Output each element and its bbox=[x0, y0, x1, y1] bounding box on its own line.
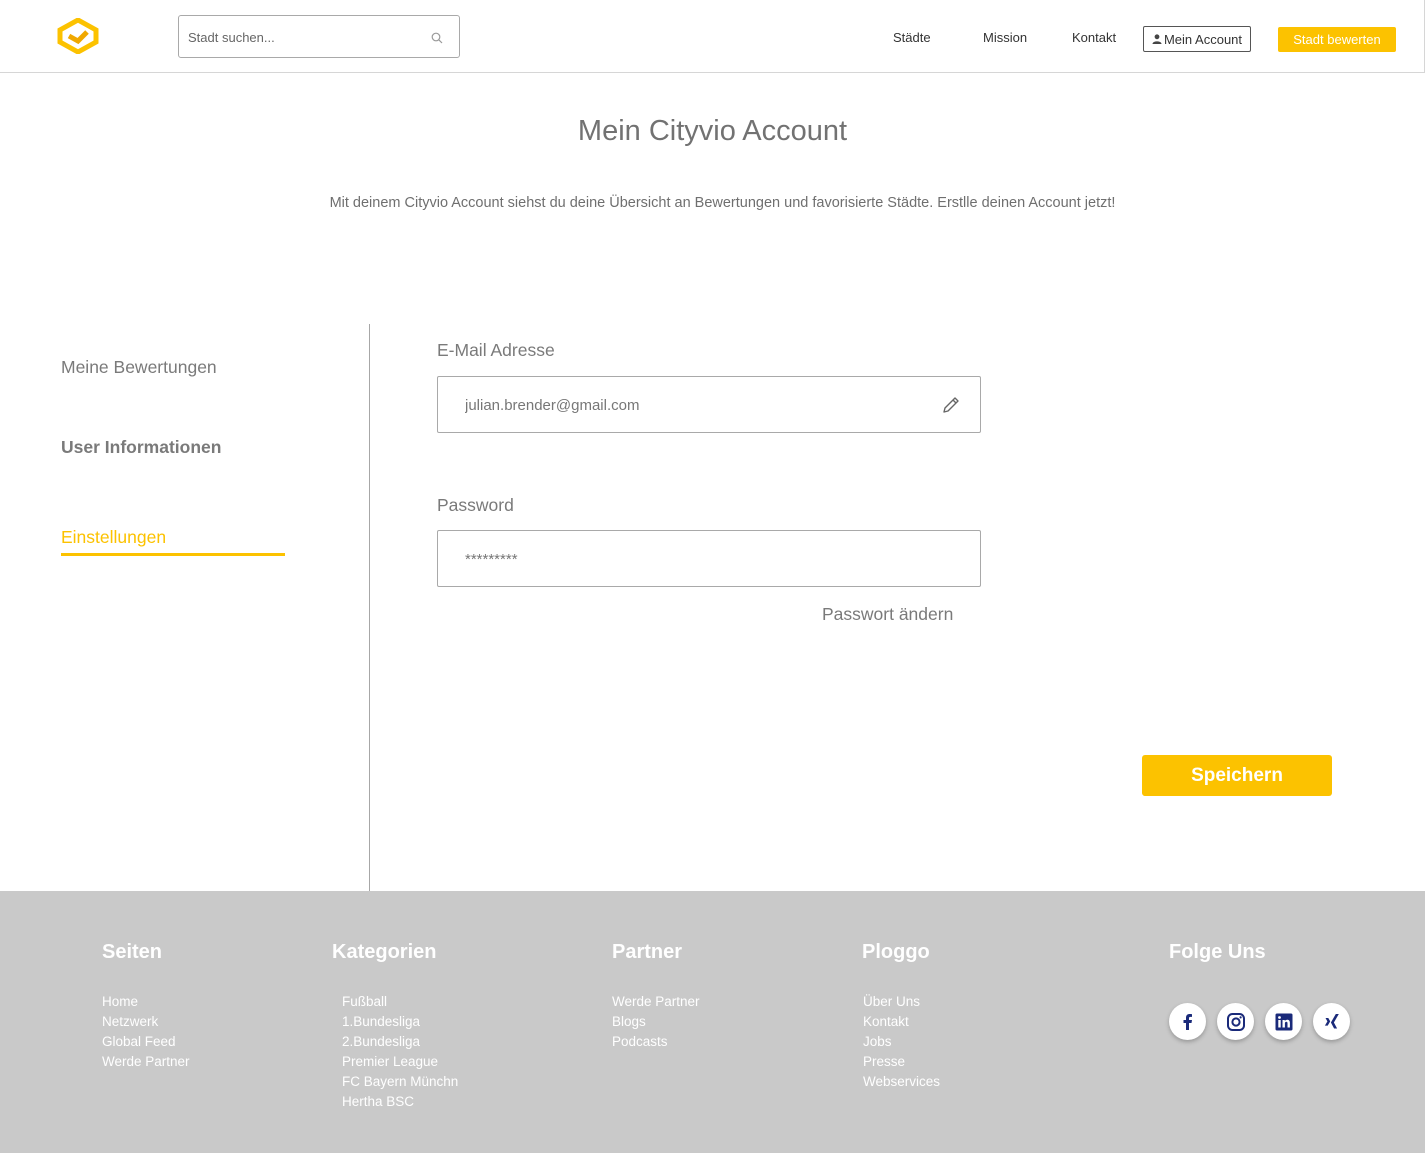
my-account-button[interactable]: Mein Account bbox=[1143, 26, 1251, 52]
rate-city-label: Stadt bewerten bbox=[1293, 32, 1381, 47]
footer-heading-ploggo: Ploggo bbox=[862, 941, 930, 963]
footer-link[interactable]: Kontakt bbox=[863, 1012, 940, 1032]
email-label: E-Mail Adresse bbox=[437, 340, 555, 360]
footer-link[interactable]: Home bbox=[102, 992, 190, 1012]
footer-heading-kategorien: Kategorien bbox=[332, 941, 437, 963]
nav-kontakt[interactable]: Kontakt bbox=[1072, 30, 1116, 45]
footer-link[interactable]: Hertha BSC bbox=[342, 1092, 458, 1112]
city-search[interactable] bbox=[178, 15, 460, 58]
linkedin-icon[interactable] bbox=[1265, 1003, 1302, 1040]
footer-link[interactable]: 2.Bundesliga bbox=[342, 1032, 458, 1052]
footer-link[interactable]: Presse bbox=[863, 1052, 940, 1072]
footer-link[interactable]: Jobs bbox=[863, 1032, 940, 1052]
footer-link[interactable]: Werde Partner bbox=[612, 992, 700, 1012]
user-icon bbox=[1152, 34, 1162, 44]
sidebar-item-settings[interactable]: Einstellungen bbox=[61, 527, 166, 548]
rate-city-button[interactable]: Stadt bewerten bbox=[1278, 27, 1396, 52]
footer-link[interactable]: Netzwerk bbox=[102, 1012, 190, 1032]
footer-link[interactable]: Webservices bbox=[863, 1072, 940, 1092]
save-button-label: Speichern bbox=[1191, 764, 1283, 786]
search-icon[interactable] bbox=[431, 32, 443, 44]
xing-icon[interactable] bbox=[1313, 1003, 1350, 1040]
sidebar-item-ratings[interactable]: Meine Bewertungen bbox=[61, 357, 217, 378]
my-account-label: Mein Account bbox=[1163, 31, 1243, 47]
active-tab-indicator bbox=[61, 553, 285, 556]
password-field[interactable] bbox=[437, 530, 981, 587]
footer-link[interactable]: Über Uns bbox=[863, 992, 940, 1012]
footer-link[interactable]: Podcasts bbox=[612, 1032, 700, 1052]
sidebar-item-user-info[interactable]: User Informationen bbox=[61, 437, 221, 458]
facebook-icon[interactable] bbox=[1169, 1003, 1206, 1040]
page-subtitle: Mit deinem Cityvio Account siehst du dei… bbox=[329, 195, 1116, 211]
footer-link[interactable]: Fußball bbox=[342, 992, 458, 1012]
footer-heading-social: Folge Uns bbox=[1169, 941, 1266, 963]
footer: Seiten Home Netzwerk Global Feed Werde P… bbox=[0, 891, 1425, 1153]
nav-staedte[interactable]: Städte bbox=[893, 30, 931, 45]
save-button[interactable]: Speichern bbox=[1142, 755, 1332, 796]
page-title: Mein Cityvio Account bbox=[577, 115, 848, 147]
search-input[interactable] bbox=[188, 26, 418, 48]
instagram-icon[interactable] bbox=[1217, 1003, 1254, 1040]
email-input[interactable] bbox=[465, 394, 925, 416]
sidebar-divider bbox=[369, 324, 370, 891]
footer-link[interactable]: Premier League bbox=[342, 1052, 458, 1072]
footer-list-partner: Werde Partner Blogs Podcasts bbox=[612, 992, 700, 1052]
footer-link[interactable]: Global Feed bbox=[102, 1032, 190, 1052]
footer-list-ploggo: Über Uns Kontakt Jobs Presse Webservices bbox=[863, 992, 940, 1092]
footer-link[interactable]: 1.Bundesliga bbox=[342, 1012, 458, 1032]
password-input[interactable] bbox=[465, 548, 925, 570]
password-label: Password bbox=[437, 495, 514, 515]
footer-link[interactable]: Werde Partner bbox=[102, 1052, 190, 1072]
nav-mission[interactable]: Mission bbox=[983, 30, 1027, 45]
email-field[interactable] bbox=[437, 376, 981, 433]
footer-heading-seiten: Seiten bbox=[102, 941, 163, 963]
footer-list-seiten: Home Netzwerk Global Feed Werde Partner bbox=[102, 992, 190, 1072]
pencil-icon[interactable] bbox=[941, 395, 961, 415]
footer-heading-partner: Partner bbox=[612, 941, 683, 963]
cityvio-logo[interactable] bbox=[56, 17, 100, 55]
footer-list-kategorien: Fußball 1.Bundesliga 2.Bundesliga Premie… bbox=[342, 992, 458, 1112]
footer-link[interactable]: Blogs bbox=[612, 1012, 700, 1032]
change-password-link[interactable]: Passwort ändern bbox=[822, 604, 953, 625]
footer-link[interactable]: FC Bayern Münchn bbox=[342, 1072, 458, 1092]
header: Städte Mission Kontakt Mein Account Stad… bbox=[0, 0, 1425, 73]
